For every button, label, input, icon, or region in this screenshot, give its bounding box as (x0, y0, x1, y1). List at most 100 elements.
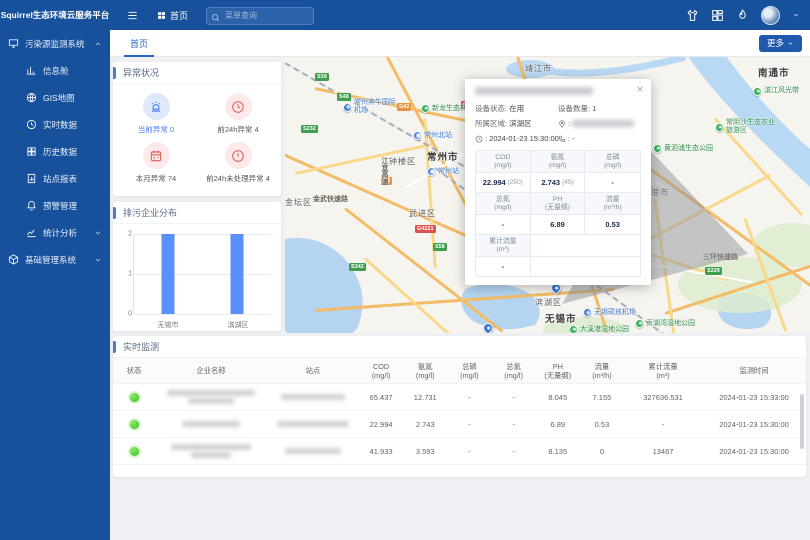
road-badge: S39 (315, 73, 329, 81)
road-badge: S229 (705, 267, 722, 275)
active-tab-underline (124, 55, 154, 57)
sidebar-item-alert-manage[interactable]: 预警管理 (0, 192, 110, 219)
metric-value: 2.743(45) (531, 173, 586, 193)
top-header: 首页 (110, 0, 810, 30)
device-count: 设备数量:1 (558, 101, 641, 116)
enterprise-name-redacted (155, 389, 267, 406)
flame-icon[interactable] (736, 9, 749, 22)
table-row[interactable]: 65.437 12.731 - - 8.045 7.155 327636.531… (113, 384, 806, 411)
app-logo: Squirrel生态环境云服务平台 (0, 0, 110, 30)
metric-header: PH(无量纲) (531, 193, 586, 215)
gis-map-icon (26, 92, 37, 103)
map-label-poi-green: 常阴沙生态农业旅游区 (715, 119, 781, 135)
metric-value: - (476, 215, 531, 235)
map-label-poi-rail: 常州北站 (413, 130, 452, 140)
metric-value: 6.89 (531, 215, 586, 235)
airport-poi-icon (583, 308, 592, 317)
app-window: Squirrel生态环境云服务平台 污染源监测系统 信息舱 GIS地图 实时数据 (0, 0, 810, 540)
leaf-poi-icon (569, 325, 578, 334)
header-actions (686, 6, 800, 25)
table-row[interactable]: 22.994 2.743 - - 6.89 0.53 - 2024-01-23 … (113, 411, 806, 438)
x-label: 滨湖区 (228, 320, 249, 330)
map-label-poi-green: 新龙生态林 (421, 103, 467, 113)
station-popup: 设备状态:在用 设备数量:1 所属区域:滨湖区 : : 2024-01-23 1… (465, 79, 651, 285)
sidebar: Squirrel生态环境云服务平台 污染源监测系统 信息舱 GIS地图 实时数据 (0, 0, 110, 540)
sidebar-item-history-data[interactable]: 历史数据 (0, 138, 110, 165)
dashboard-icon (26, 65, 37, 76)
road-badge: G4221 (415, 225, 436, 233)
status-dot-green (130, 447, 139, 456)
gis-map[interactable]: 靖江市南通市滨江风光带常阴沙生态农业旅游区黄泗浦生态公园港市常州奔牛国际机场新龙… (285, 57, 810, 333)
close-icon[interactable] (636, 85, 644, 93)
more-button[interactable]: 更多 (759, 35, 802, 52)
leaf-poi-icon (753, 87, 762, 96)
leaf-poi-icon (635, 319, 644, 328)
y-tick: 1 (120, 271, 132, 278)
monitor-title: 实时监测 (113, 336, 806, 358)
enterprise-distribution-card: 排污企业分布 2 1 0 无锡市 滨湖区 (113, 202, 281, 331)
layout-icon[interactable] (711, 9, 724, 22)
stat-label: 前24h未处理异常 4 (206, 173, 270, 184)
stat-label: 前24h异常 4 (217, 124, 258, 135)
airport-poi-icon (343, 103, 352, 112)
map-label-road: 三环快速路 (703, 255, 738, 258)
status-dot-green (130, 420, 139, 429)
metric-header: 总氮(mg/l) (476, 193, 531, 215)
enterprise-name-redacted (155, 443, 267, 460)
avatar[interactable] (761, 6, 780, 25)
map-label-district: 钟楼区 (389, 156, 416, 167)
sidebar-section-pollution-monitor[interactable]: 污染源监测系统 (0, 30, 110, 57)
abnormal-status-card: 异常状况 当前异常 0 前24h异常 4 本月异常 74 前24h未处理异常 4 (113, 62, 281, 196)
monitor-system-icon (8, 38, 19, 49)
sidebar-nav: 污染源监测系统 信息舱 GIS地图 实时数据 历史数据 站点报表 (0, 30, 110, 273)
alert-circle-icon (225, 142, 252, 169)
chevron-down-icon[interactable] (792, 11, 800, 19)
sidebar-item-realtime-data[interactable]: 实时数据 (0, 111, 110, 138)
grid-icon (157, 11, 166, 20)
site-name-redacted (267, 420, 359, 429)
chevron-up-icon (94, 40, 102, 48)
map-label-poi-air: 常州奔牛国际机场 (343, 99, 401, 115)
leaf-poi-icon (421, 104, 430, 113)
phone-icon (558, 135, 566, 143)
sidebar-item-stats-analysis[interactable]: 统计分析 (0, 219, 110, 246)
scrollbar-thumb[interactable] (800, 394, 804, 449)
status-dot-green (130, 393, 139, 402)
tab-home[interactable]: 首页 (116, 30, 162, 57)
stat-24h-unhandled[interactable]: 前24h未处理异常 4 (197, 137, 279, 186)
enterprise-name-redacted (155, 420, 267, 429)
map-label-district: 滨湖区 (535, 297, 562, 308)
hamburger-menu-icon[interactable] (126, 10, 139, 21)
theme-shirt-icon[interactable] (686, 9, 699, 22)
stat-current-abnormal[interactable]: 当前异常 0 (115, 88, 197, 137)
chevron-down-icon (94, 256, 102, 264)
search-input[interactable] (206, 7, 314, 25)
x-label: 无锡市 (158, 320, 179, 330)
map-label-district: 港市 (651, 187, 669, 198)
map-label-poi-rail: 常州站 (427, 166, 459, 176)
sidebar-item-info-cabin[interactable]: 信息舱 (0, 57, 110, 84)
calendar-icon (143, 142, 170, 169)
pin-icon (558, 120, 566, 128)
road-badge: S342 (349, 263, 366, 271)
metric-value: 22.994(250) (476, 173, 531, 193)
sidebar-item-site-report[interactable]: 站点报表 (0, 165, 110, 192)
sidebar-section-base-manage[interactable]: 基础管理系统 (0, 246, 110, 273)
popup-metric-table: COD(mg/l) 氨氮(mg/l) 总磷(mg/l) 22.994(250) … (475, 150, 641, 277)
station-name-redacted (475, 87, 641, 95)
map-label-district: 武进区 (409, 208, 436, 219)
chart-plot: 2 1 0 (133, 234, 271, 314)
search-icon (211, 9, 220, 18)
map-label-city: 南通市 (758, 65, 790, 79)
table-header: 状态 企业名称 站点 COD(mg/l) 氨氮(mg/l) 总磷(mg/l) 总… (113, 358, 806, 384)
menu-search (206, 5, 314, 25)
clock-alert-icon (225, 93, 252, 120)
stat-month-abnormal[interactable]: 本月异常 74 (115, 137, 197, 186)
stat-label: 本月异常 74 (136, 173, 176, 184)
map-label-roadv: 江宜高速 (379, 157, 389, 185)
table-row[interactable]: 41.933 3.593 - - 8.135 0 13467 2024-01-2… (113, 438, 806, 465)
stat-24h-abnormal[interactable]: 前24h异常 4 (197, 88, 279, 137)
sidebar-item-gis-map[interactable]: GIS地图 (0, 84, 110, 111)
history-grid-icon (26, 146, 37, 157)
breadcrumb[interactable]: 首页 (157, 9, 188, 22)
